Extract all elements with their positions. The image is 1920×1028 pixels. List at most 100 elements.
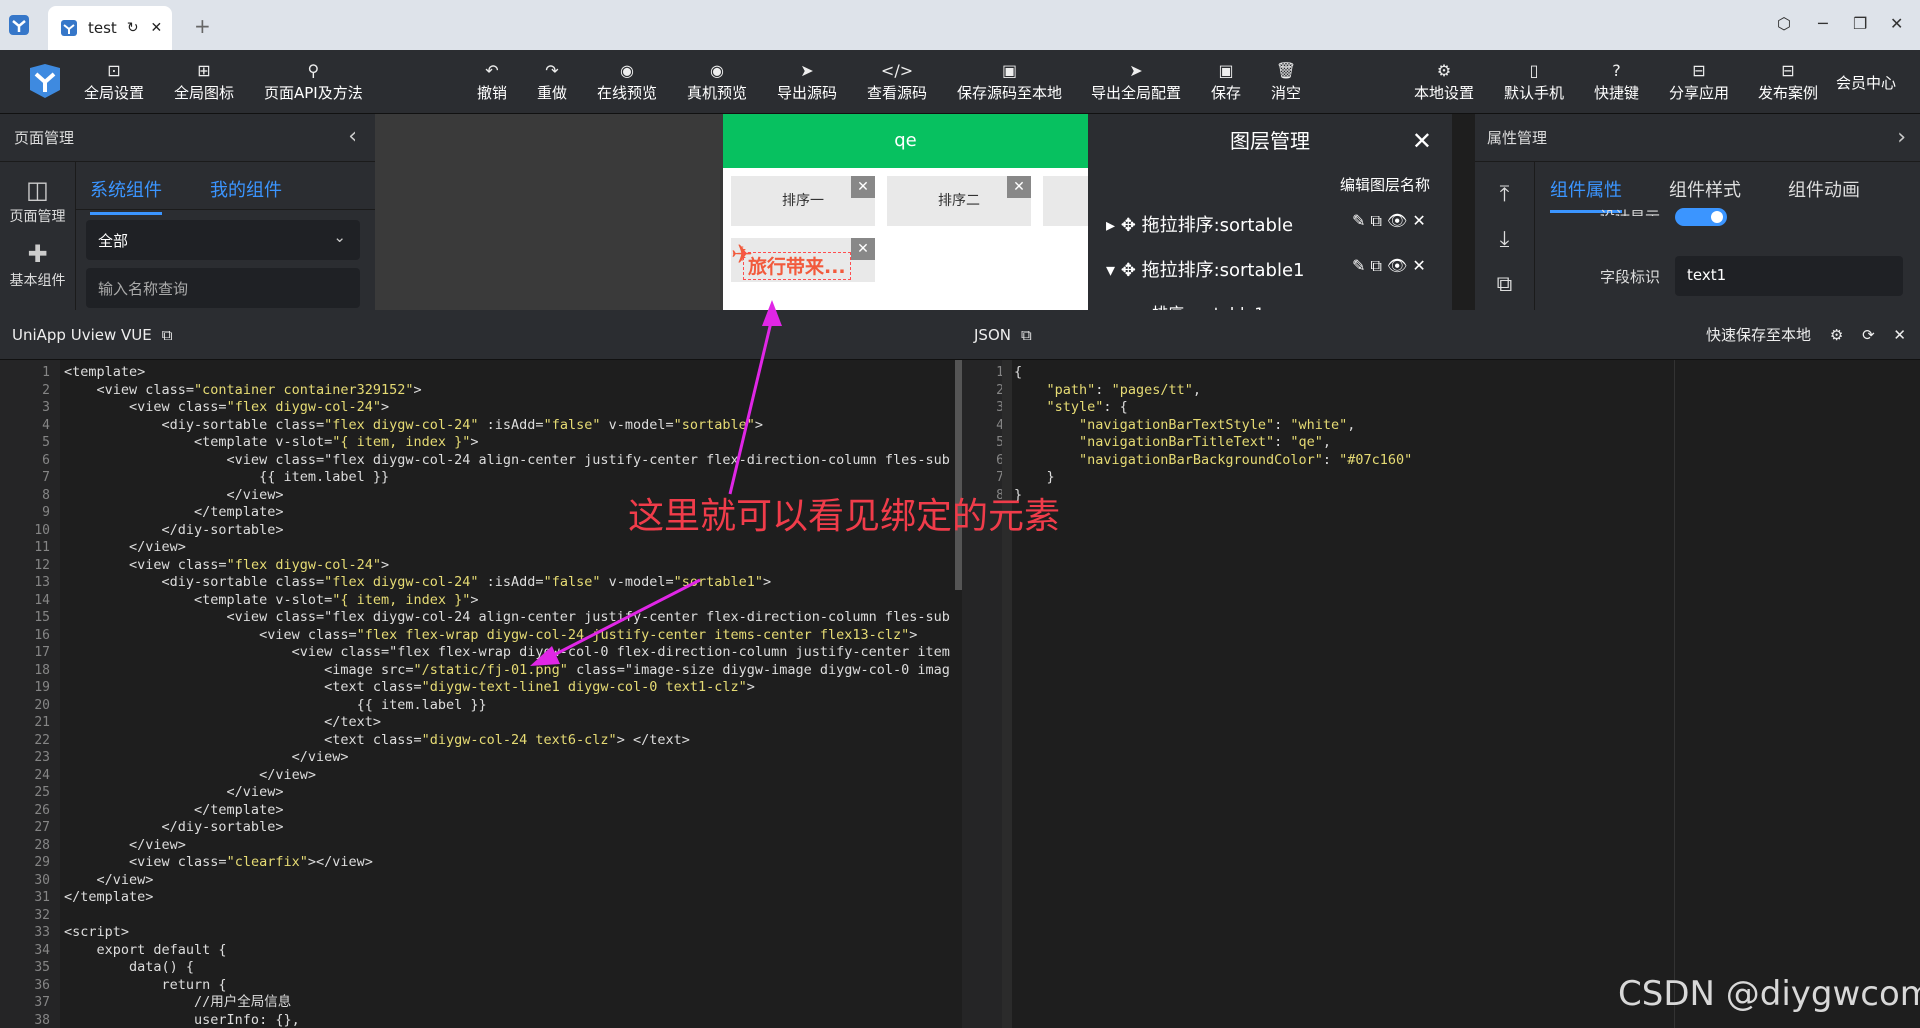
browser-tab[interactable]: test ↻ ✕ <box>48 6 172 50</box>
eye-icon: ◉ <box>620 61 634 80</box>
line-number: 9 <box>42 505 50 520</box>
code-line: <view class="flex diygw-col-24"> <box>64 556 390 573</box>
code-line: return { <box>64 976 227 993</box>
line-number: 3 <box>42 400 50 415</box>
redo-icon: ↷ <box>545 61 559 80</box>
category-select[interactable]: 全部 ⌄ <box>86 220 360 260</box>
line-number: 31 <box>34 890 50 905</box>
refresh-icon[interactable]: ⟳ <box>1862 326 1875 344</box>
toolbar-member-center[interactable]: 会员中心 <box>1836 72 1896 93</box>
copy-icon[interactable]: ⧉ <box>1021 326 1032 344</box>
help-icon: ? <box>1612 61 1621 80</box>
line-number: 21 <box>34 715 50 730</box>
tab-component-style[interactable]: 组件样式 <box>1669 176 1741 202</box>
move-bottom-icon[interactable]: ⤓ <box>1475 227 1534 252</box>
tab-close-icon[interactable]: ✕ <box>151 20 163 36</box>
maximize-icon[interactable]: ❐ <box>1853 14 1867 33</box>
quick-save-button[interactable]: 快速保存至本地 <box>1706 326 1811 344</box>
field-id-label: 字段标识 <box>1600 268 1661 286</box>
line-number: 28 <box>34 837 50 853</box>
line-number: 14 <box>34 592 50 608</box>
toolbar-online-preview[interactable]: ◉ 在线预览 <box>597 60 657 103</box>
toolbar-save-source-local[interactable]: ▣ 保存源码至本地 <box>957 60 1062 103</box>
copy-icon[interactable]: ⧉ <box>162 326 173 344</box>
annotation-text: 这里就可以看见绑定的元素 <box>628 496 1061 537</box>
code-line: <text class="diygw-col-24 text6-clz"> </… <box>64 731 690 748</box>
line-number: 13 <box>34 575 50 590</box>
layer-actions[interactable]: ✎ ⧉ 👁 ✕ <box>1352 211 1426 231</box>
toolbar-global-settings[interactable]: ⊡ 全局设置 <box>84 60 144 103</box>
splitter[interactable] <box>1452 114 1475 310</box>
trip-text[interactable]: 旅行带来... <box>743 252 851 280</box>
close-icon[interactable]: ✕ <box>1412 114 1432 168</box>
side-item-page-management[interactable]: ◫ 页面管理 <box>0 176 75 226</box>
toolbar-clear[interactable]: 🗑 消空 <box>1271 60 1301 103</box>
close-window-icon[interactable]: ✕ <box>1890 14 1903 33</box>
side-item-basic-components[interactable]: ✚ 基本组件 <box>0 240 75 290</box>
tab-system-components[interactable]: 系统组件 <box>90 176 162 215</box>
toolbar-redo[interactable]: ↷ 重做 <box>537 60 567 103</box>
layer-actions[interactable]: ✎ ⧉ 👁 ✕ <box>1352 256 1426 276</box>
code-line: </text> <box>64 714 381 730</box>
toolbar-view-source[interactable]: </> 查看源码 <box>867 60 927 103</box>
copy-icon[interactable]: ⧉ <box>1475 272 1534 297</box>
toolbar-local-settings[interactable]: ⚙ 本地设置 <box>1414 60 1474 103</box>
layer-row[interactable]: ▾ ✥ 拖拉排序:sortable1 ✎ ⧉ 👁 ✕ <box>1106 256 1426 282</box>
layer-management-panel: 图层管理 ✕ 编辑图层名称 ▸ ✥ 拖拉排序:sortable ✎ ⧉ 👁 ✕ ▾ … <box>1088 114 1452 310</box>
close-icon[interactable]: ✕ <box>851 176 875 198</box>
reload-icon[interactable]: ↻ <box>127 20 139 36</box>
layer-row-child[interactable]: 排序 sortable1 <box>1152 300 1265 310</box>
toolbar-publish-case[interactable]: ⊟ 发布案例 <box>1758 60 1818 103</box>
field-id-input[interactable]: text1 <box>1675 256 1903 296</box>
close-icon[interactable]: ✕ <box>1007 176 1031 198</box>
json-code-editor[interactable]: 1 {2 "path": "pages/tt", 3 "style": {4 "na… <box>962 360 1920 1028</box>
code-line: <diy-sortable class="flex diygw-col-24" … <box>64 574 772 590</box>
line-number: 29 <box>34 855 50 870</box>
line-number: 4 <box>42 417 50 433</box>
drag-move-icon: ✥ <box>1120 260 1142 281</box>
toolbar-global-icons[interactable]: ⊞ 全局图标 <box>174 60 234 103</box>
toolbar-device-preview[interactable]: ◉ 真机预览 <box>687 60 747 103</box>
toolbar-default-phone[interactable]: ▯ 默认手机 <box>1504 60 1564 103</box>
tab-my-components[interactable]: 我的组件 <box>210 176 282 202</box>
code-line: <view class="flex diygw-col-24"> <box>64 399 390 415</box>
toggle-label: 设计显示 <box>1600 206 1660 216</box>
toolbar-undo[interactable]: ↶ 撤销 <box>477 60 507 103</box>
code-line: <view class="clearfix"></view> <box>64 854 373 870</box>
toolbar-share-app[interactable]: ⊟ 分享应用 <box>1669 60 1729 103</box>
line-number: 35 <box>34 960 50 975</box>
toolbar-export-global-config[interactable]: ➤ 导出全局配置 <box>1091 60 1181 103</box>
toolbar-shortcuts[interactable]: ? 快捷键 <box>1594 60 1639 103</box>
vue-code-editor[interactable]: 1 <template> 2 <view class="container cont… <box>0 360 962 1028</box>
chevron-right-icon[interactable]: › <box>1897 114 1906 162</box>
code-line: <template v-slot="{ item, index }"> <box>64 434 479 450</box>
line-number: 20 <box>34 697 50 713</box>
new-tab-button[interactable]: + <box>194 14 211 38</box>
toolbar-export-source[interactable]: ➤ 导出源码 <box>777 60 837 103</box>
brand-logo-icon <box>30 64 60 98</box>
scrollbar[interactable] <box>955 360 962 590</box>
props-header: 属性管理 › <box>1475 114 1920 162</box>
code-line: data() { <box>64 959 195 975</box>
close-icon[interactable]: ✕ <box>851 238 875 260</box>
toolbar-save[interactable]: ▣ 保存 <box>1211 60 1241 103</box>
chevron-left-icon[interactable]: ‹ <box>348 124 357 149</box>
watermark: CSDN @diygwcom <box>1618 974 1920 1014</box>
design-display-toggle[interactable] <box>1675 208 1727 226</box>
caret-down-icon[interactable]: ▾ <box>1106 260 1121 281</box>
code-line: </view> <box>64 836 186 853</box>
move-top-icon[interactable]: ⤒ <box>1475 182 1534 207</box>
caret-right-icon[interactable]: ▸ <box>1106 215 1121 236</box>
layer-row[interactable]: ▸ ✥ 拖拉排序:sortable ✎ ⧉ 👁 ✕ <box>1106 211 1426 237</box>
toolbar-page-api[interactable]: ⚲ 页面API及方法 <box>264 60 363 103</box>
tab-component-animation[interactable]: 组件动画 <box>1788 176 1860 202</box>
gear-icon[interactable]: ⚙ <box>1830 326 1843 344</box>
component-search-input[interactable]: 输入名称查询 <box>86 268 360 308</box>
code-line: "style": { <box>1046 399 1128 415</box>
close-icon[interactable]: ✕ <box>1893 326 1906 344</box>
settings-icon[interactable]: ⬡ <box>1777 14 1791 33</box>
sort-item[interactable] <box>1043 176 1088 226</box>
minimize-icon[interactable]: ─ <box>1818 14 1828 33</box>
edit-layer-name-button[interactable]: 编辑图层名称 <box>1340 174 1430 195</box>
line-number: 10 <box>34 522 50 538</box>
